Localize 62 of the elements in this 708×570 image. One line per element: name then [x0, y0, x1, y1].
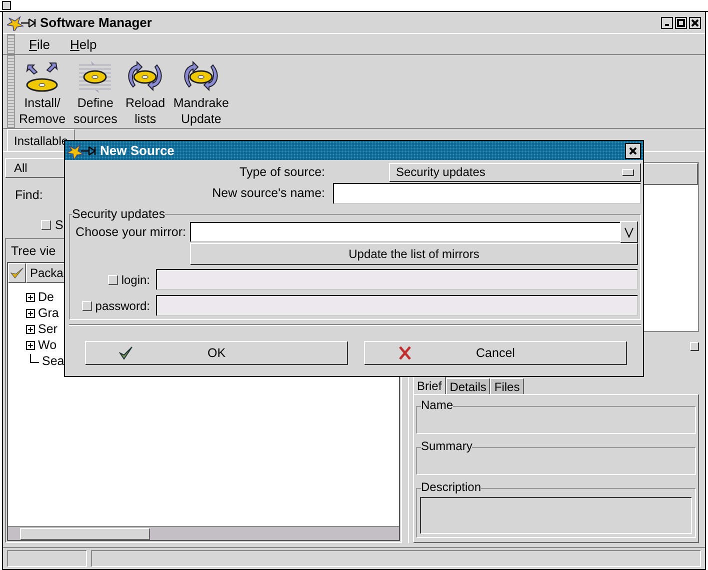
scrollbar-thumb[interactable]	[20, 528, 150, 540]
update-mirrors-button[interactable]: Update the list of mirrors	[190, 243, 638, 266]
tree-item[interactable]: Wo	[38, 338, 57, 352]
close-icon	[629, 146, 637, 154]
close-button[interactable]	[689, 16, 701, 28]
input-field[interactable]	[156, 269, 638, 290]
checkbox-label: S	[55, 218, 64, 232]
field-label: New source's name:	[211, 186, 326, 200]
menu-item[interactable]: Help	[64, 36, 103, 52]
source-type-dropdown[interactable]: Security updates	[389, 162, 641, 182]
group-label: Name	[421, 398, 454, 412]
input-field[interactable]	[333, 182, 641, 204]
tree-item[interactable]: De	[38, 290, 54, 304]
toolbar-handle[interactable]	[7, 55, 15, 128]
checkbox[interactable]	[82, 300, 92, 311]
window-button[interactable]	[2, 1, 11, 10]
minimize-button[interactable]	[661, 16, 673, 28]
tab[interactable]: Installable	[7, 129, 76, 151]
cross-icon	[398, 346, 412, 360]
checkmark-icon	[10, 267, 24, 279]
window-title: Software Manager	[40, 15, 152, 30]
caret-icon	[624, 226, 634, 238]
tab[interactable]: Brief	[413, 376, 446, 394]
dialog-title: New Source	[100, 143, 174, 158]
dropdown-indicator-icon	[622, 168, 634, 176]
field-label: login:	[121, 272, 150, 287]
group-label: Security updates	[72, 207, 166, 221]
toolbar-button[interactable]: Mandrake Update	[169, 55, 233, 128]
input-field[interactable]	[156, 295, 638, 316]
checkmark-icon	[119, 346, 133, 360]
field-label: password:	[95, 298, 150, 313]
star-app-icon	[7, 14, 37, 30]
tree-item[interactable]: Gra	[38, 306, 59, 320]
tree-line	[30, 354, 39, 362]
close-icon	[691, 18, 699, 26]
group-label: Summary	[421, 439, 472, 453]
group-label: Description	[421, 480, 482, 494]
column-header[interactable]	[8, 263, 26, 283]
star-app-icon	[67, 142, 97, 158]
tree-item[interactable]: Ser	[38, 322, 58, 336]
menubar-handle[interactable]	[7, 34, 15, 54]
checkbox[interactable]	[108, 274, 118, 285]
splitter-handle[interactable]	[690, 342, 699, 350]
close-button[interactable]	[625, 142, 641, 158]
horizontal-scrollbar[interactable]	[8, 526, 399, 540]
toolbar-button[interactable]: Install/ Remove	[15, 55, 70, 128]
menu-item[interactable]: File	[23, 36, 56, 52]
tree-item[interactable]: Sea	[42, 354, 64, 368]
field-label: Choose your mirror:	[74, 225, 187, 239]
ok-button[interactable]: OK	[85, 341, 348, 365]
maximize-icon	[677, 18, 685, 26]
toolbar-button[interactable]: Reload lists	[121, 55, 170, 128]
maximize-button[interactable]	[675, 16, 687, 28]
checkbox[interactable]	[41, 220, 51, 230]
input-field[interactable]	[190, 222, 620, 242]
find-label: Find:	[15, 188, 43, 202]
dropdown-button[interactable]	[620, 221, 638, 243]
toolbar-button[interactable]: Define sources	[70, 55, 122, 128]
field-label: Type of source:	[238, 165, 326, 179]
cancel-button[interactable]: Cancel	[364, 341, 627, 365]
tab[interactable]: Files	[490, 378, 524, 394]
tab[interactable]: Details	[446, 378, 490, 394]
